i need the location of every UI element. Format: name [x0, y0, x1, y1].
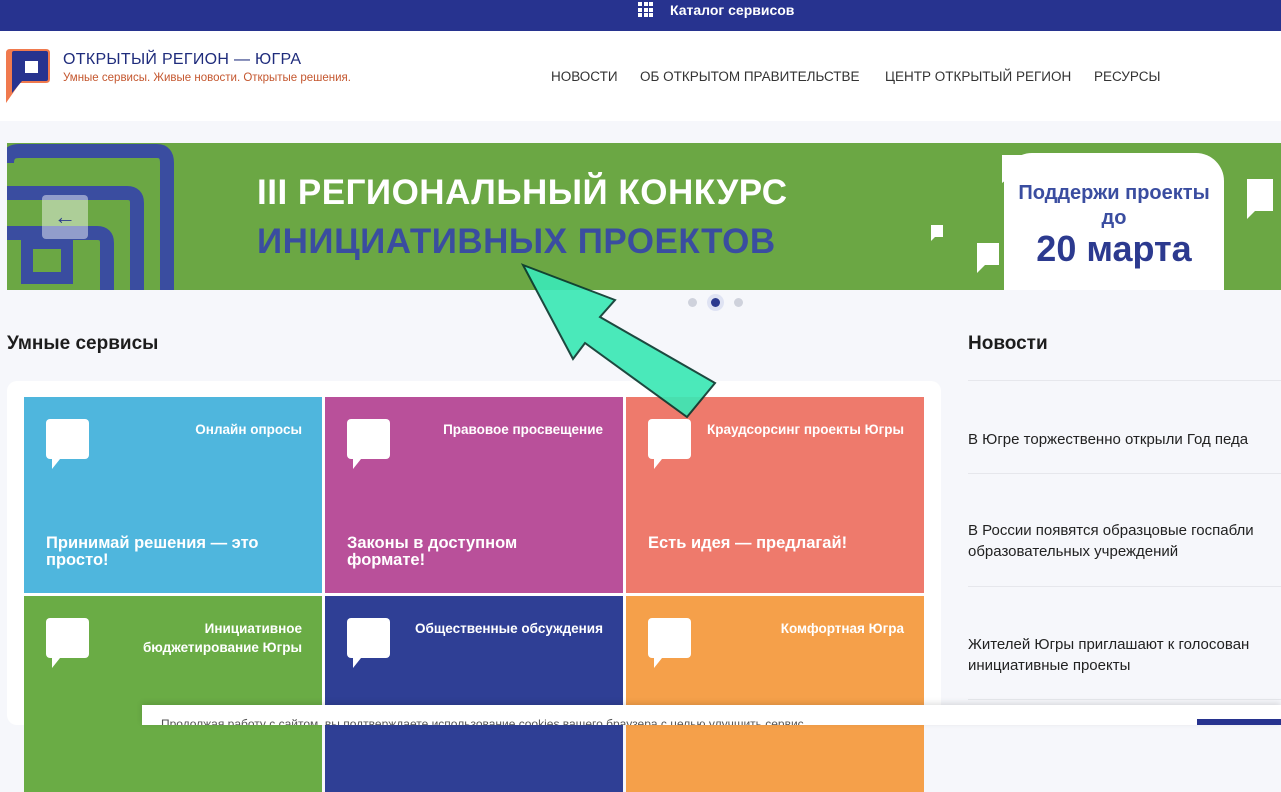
site-title[interactable]: ОТКРЫТЫЙ РЕГИОН — ЮГРА — [63, 51, 301, 69]
lightbulb-people-icon — [347, 618, 390, 668]
service-name: Краудсорсинг проекты Югры — [706, 422, 904, 437]
logo-icon[interactable] — [6, 49, 50, 103]
news-item-3[interactable]: Жителей Югры приглашают к голосован иниц… — [968, 634, 1249, 676]
pointer-arrow-overlay — [520, 263, 717, 419]
banner-logo-pattern — [7, 144, 174, 290]
hand-coins-icon — [46, 618, 89, 668]
news-divider — [968, 586, 1281, 587]
service-slogan: Законы в доступном формате! — [347, 534, 518, 569]
service-slogan: Есть идея — предлагай! — [648, 534, 848, 552]
grid-icon[interactable] — [638, 2, 653, 17]
nav-item-resources[interactable]: РЕСУРСЫ — [1094, 69, 1160, 84]
service-tile-legal[interactable]: Правовое просвещение Законы в доступном … — [325, 397, 623, 593]
catalog-link[interactable]: Каталог сервисов — [670, 2, 794, 18]
slide-dot-3[interactable] — [734, 298, 743, 307]
banner-headline: III РЕГИОНАЛЬНЫЙ КОНКУРС — [257, 173, 788, 212]
service-tile-crowdsourcing[interactable]: Краудсорсинг проекты Югры Есть идея — пр… — [626, 397, 924, 593]
site-subtitle: Умные сервисы. Живые новости. Открытые р… — [63, 72, 351, 84]
cookie-accept-button[interactable] — [1197, 719, 1281, 725]
nav-item-news[interactable]: НОВОСТИ — [551, 69, 618, 84]
service-name: Онлайн опросы — [195, 422, 302, 437]
prev-slide-button[interactable]: ← — [42, 195, 88, 239]
survey-icon — [46, 419, 89, 469]
news-item-1[interactable]: В Югре торжественно открыли Год педа — [968, 429, 1248, 450]
nav-item-about-government[interactable]: ОБ ОТКРЫТОМ ПРАВИТЕЛЬСТВЕ — [640, 69, 860, 84]
document-icon — [347, 419, 390, 469]
nav-item-center[interactable]: ЦЕНТР ОТКРЫТЫЙ РЕГИОН — [885, 69, 1071, 84]
service-tile-surveys[interactable]: Онлайн опросы Принимай решения — это про… — [24, 397, 322, 593]
promo-text: Поддержи проекты до — [1018, 182, 1210, 229]
services-heading: Умные сервисы — [7, 333, 159, 354]
service-name: Комфортная Югра — [780, 621, 904, 636]
service-name: Инициативное бюджетирование Югры — [142, 621, 302, 655]
news-divider — [968, 473, 1281, 474]
service-slogan: Принимай решения — это просто! — [46, 534, 259, 569]
news-divider — [968, 699, 1281, 700]
people-icon — [648, 419, 691, 469]
service-tile-discussions[interactable]: Общественные обсуждения — [325, 596, 623, 792]
buildings-icon — [648, 618, 691, 668]
service-tile-comfortable-city[interactable]: Комфортная Югра — [626, 596, 924, 792]
promo-card: Поддержи проекты до 20 марта — [1004, 153, 1224, 290]
cookie-banner: Продолжая работу с сайтом, вы подтвержда… — [142, 705, 1281, 725]
promo-date: 20 марта — [1036, 228, 1192, 269]
news-item-2[interactable]: В России появятся образцовые госпабли об… — [968, 520, 1254, 562]
cookie-text: Продолжая работу с сайтом, вы подтвержда… — [161, 717, 808, 725]
news-heading: Новости — [968, 333, 1048, 354]
top-bar: Каталог сервисов — [0, 0, 1281, 31]
service-name: Общественные обсуждения — [415, 621, 603, 636]
service-tile-budgeting[interactable]: Инициативное бюджетирование Югры — [24, 596, 322, 792]
news-divider — [968, 380, 1281, 381]
